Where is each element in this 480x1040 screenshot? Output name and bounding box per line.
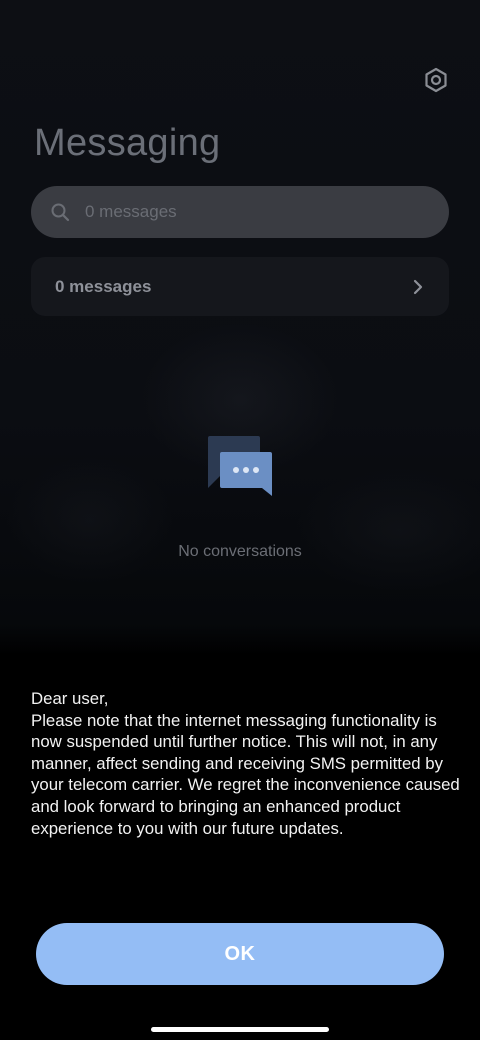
home-indicator[interactable] [151, 1027, 329, 1032]
search-bar[interactable] [31, 186, 449, 238]
screen: Messaging 0 messages 0 messages No conve… [0, 0, 480, 1040]
chevron-right-icon [411, 278, 425, 296]
search-input[interactable] [83, 201, 407, 223]
ok-button[interactable]: OK [36, 923, 444, 985]
search-icon [49, 201, 71, 223]
messages-row[interactable]: 0 messages [31, 257, 449, 316]
messaging-app-background: Messaging 0 messages 0 messages No conve… [0, 0, 480, 625]
chat-bubbles-icon [208, 436, 272, 496]
dialog-greeting: Dear user, [31, 689, 109, 708]
notice-dialog-text: Dear user, Please note that the internet… [31, 688, 461, 839]
gear-icon [425, 67, 447, 93]
settings-button[interactable] [420, 64, 452, 96]
messages-row-label: 0 messages [55, 276, 152, 296]
dialog-body: Please note that the internet messaging … [31, 710, 460, 838]
empty-state-text: No conversations [178, 543, 302, 560]
page-title: Messaging [34, 122, 221, 164]
